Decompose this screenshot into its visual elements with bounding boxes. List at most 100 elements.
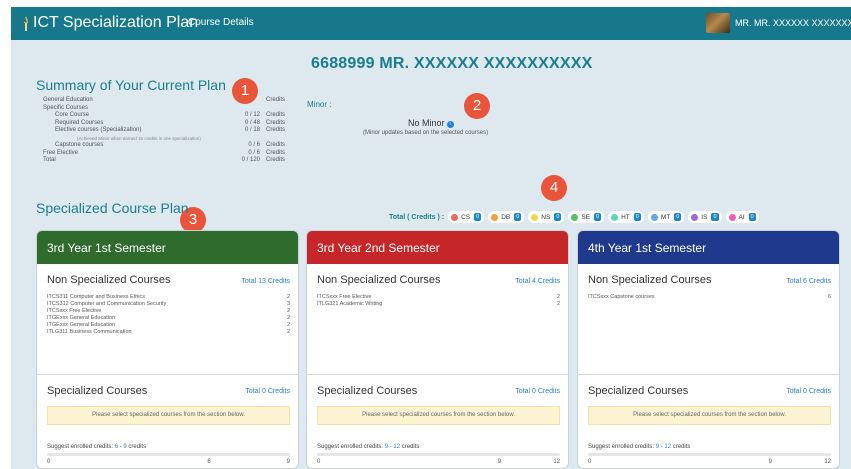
chip-cs[interactable]: CS 0 [448,211,485,223]
chip-count: 0 [633,213,641,221]
chip-ns[interactable]: NS 0 [528,211,565,223]
chip-count: 0 [748,213,756,221]
chip-se[interactable]: SE 0 [568,211,605,223]
course-credits: 6 [827,294,831,300]
course-row: ITGExxx General Education 2 [47,322,290,329]
course-credits: 2 [556,294,560,300]
chip-label: MT [660,213,671,221]
summary-row-label: Free Elective [43,149,79,156]
progress-tick: 0 [47,459,51,465]
course-list: ITCSxxx Free Elective 2 ITLG321 Academic W… [317,294,560,308]
summary-row-label: Specific Courses [43,104,89,111]
chip-ht[interactable]: HT 0 [608,211,644,223]
suggest-range: 9 - 12 [655,444,672,450]
summary-row: Elective courses (Specialization) 0 / 18 C… [43,127,293,135]
progress-ticks: 0 9 12 [317,459,560,467]
summary-row-label: General Education [43,97,93,103]
summary-row-value: 0 / 6 [248,149,260,156]
progress-ticks: 0 6 9 [47,459,290,467]
app-frame: ICT Specialization Plan Course Details M… [11,7,851,469]
course-row: ITLG321 Academic Writing 2 [317,301,560,308]
semester-title: 3rd Year 2nd Semester [307,231,568,264]
progress-tick: 9 [286,459,290,465]
color-dot-icon [650,213,658,221]
credit-progress-bar [588,453,831,456]
course-row: ITCS312 Computer and Communication Secur… [47,301,290,308]
app-title[interactable]: ICT Specialization Plan [33,14,198,32]
specialized-section: Specialized Courses Total 0 Credits Please… [307,375,568,468]
suggest-range: 6 - 9 [114,444,127,450]
summary-title: Summary of Your Current Plan [36,77,226,93]
torch-logo-icon [24,16,28,31]
course-row: ITLG311 Business Communication 2 [47,329,290,336]
course-list: ITCSxxx Capstone courses 6 [588,294,831,301]
course-credits: 2 [286,315,290,321]
progress-tick: 9 [497,459,501,465]
chip-count: 0 [674,213,682,221]
semester-title: 4th Year 1st Semester [578,231,839,264]
color-dot-icon [451,213,459,221]
totals-label: Total ( Credits ) : [389,213,445,221]
summary-row-label: Capstone courses [55,142,104,148]
suggest-unit: credits [672,444,691,450]
suggest-label: Suggest enrolled credits: [588,444,655,450]
student-heading: 6688999 MR. XXXXXX XXXXXXXXXX [311,55,593,72]
summary-row-unit: Credits [266,127,286,133]
color-dot-icon [728,213,736,221]
summary-row-label: Core Course [55,112,90,118]
chip-label: HT [621,213,630,221]
suggest-unit: credits [401,444,420,450]
chip-count: 0 [554,213,562,221]
chip-is[interactable]: IS 0 [688,211,722,223]
specialized-title: Specialized Courses [47,385,148,397]
course-name: ITGExxx General Education [47,315,116,321]
minor-value: No Minor i [408,118,454,128]
chip-mt[interactable]: MT 0 [647,211,685,223]
course-name: ITLG311 Business Communication [47,329,132,335]
course-row: ITGExxx General Education 2 [47,315,290,322]
step-badge-4: 4 [541,175,567,201]
chip-label: SE [581,213,591,221]
chip-label: AI [738,213,745,221]
summary-row-label: Required Courses [55,119,104,126]
non-specialized-title: Non Specialized Courses [317,274,441,286]
course-name: ITCSxxx Free Elective [47,308,102,314]
suggest-range: 9 - 12 [384,444,401,450]
specialized-total: Total 0 Credits [515,388,560,395]
summary-row-value: 0 / 12 [244,112,260,118]
summary-row-value: 0 / 6 [248,142,260,148]
info-icon[interactable]: i [446,121,454,128]
summary-row-label: Total [43,157,56,163]
chip-count: 0 [594,213,602,221]
step-badge-1: 1 [232,78,258,104]
avatar[interactable] [706,13,730,33]
color-dot-icon [531,213,539,221]
suggest-credits: Suggest enrolled credits: 9 - 12 credits [588,444,690,450]
user-name[interactable]: MR. MR. XXXXXX XXXXXXXXXX [735,18,851,28]
suggest-unit: credits [128,444,147,450]
color-dot-icon [691,213,699,221]
chip-count: 0 [514,213,522,221]
minor-value-text: No Minor [408,118,445,128]
summary-row: Required Courses 0 / 48 Credits [43,120,293,128]
course-list: ITCS311 Computer and Business Ethics 2 ITC… [47,294,290,336]
specialized-section: Specialized Courses Total 0 Credits Please… [578,375,839,468]
non-specialized-section: Non Specialized Courses Total 6 Credits IT… [578,264,839,375]
chip-label: CS [461,213,471,221]
summary-row: Core Course 0 / 12 Credits [43,112,293,120]
summary-row-label: (Achieved Minor when earned 15 credits i… [77,135,201,141]
non-specialized-title: Non Specialized Courses [588,274,712,286]
chip-ai[interactable]: AI 0 [725,211,759,223]
summary-list: General Education Credits Specific Courses… [43,97,293,165]
non-specialized-total: Total 4 Credits [515,278,560,285]
chip-db[interactable]: DB 0 [488,211,525,223]
plan-title: Specialized Course Plan [36,200,189,216]
course-details-link[interactable]: Course Details [188,17,254,28]
course-row: ITCSxxx Free Elective 2 [317,294,560,301]
course-credits: 2 [286,329,290,335]
course-name: ITCSxxx Capstone courses [588,294,655,300]
specialized-total: Total 0 Credits [786,388,831,395]
summary-row-unit: Credits [266,157,286,163]
course-credits: 2 [286,322,290,328]
summary-row: (Achieved Minor when earned 15 credits i… [43,135,293,143]
